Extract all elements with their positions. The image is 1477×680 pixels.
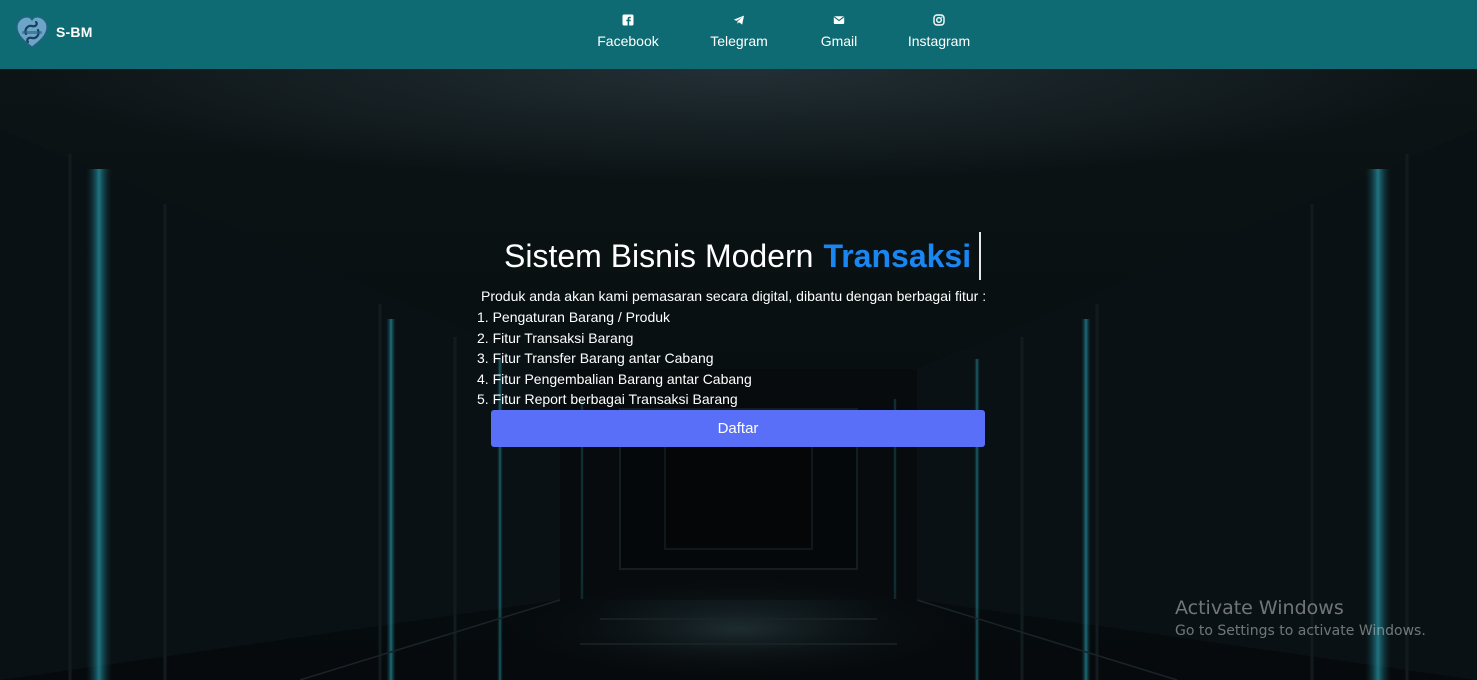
mail-icon [833,16,845,24]
feature-item: 5. Fitur Report berbagai Transaksi Baran… [477,391,738,407]
sbm-logo-icon [16,16,48,48]
watermark-title: Activate Windows [1175,597,1344,619]
brand-name: S-BM [56,24,93,40]
headline-typed-word: Transaksi [823,237,972,274]
feature-list: 1. Pengaturan Barang / Produk 2. Fitur T… [477,307,752,410]
nav-instagram-link[interactable]: Instagram [899,12,979,56]
nav-gmail-link[interactable]: Gmail [799,12,879,56]
typing-caret [979,232,982,280]
nav-telegram-link[interactable]: Telegram [699,12,779,56]
telegram-icon [733,15,744,25]
facebook-icon [622,14,634,26]
hero-intro-text: Produk anda akan kami pemasaran secara d… [481,288,987,304]
nav-gmail-label: Gmail [820,33,858,49]
top-navbar: S-BM Facebook Telegram Gmail Instagram [0,0,1477,69]
nav-instagram-label: Instagram [907,33,971,49]
feature-item: 4. Fitur Pengembalian Barang antar Caban… [477,370,752,387]
nav-facebook-link[interactable]: Facebook [588,12,668,56]
headline-text: Sistem Bisnis Modern [504,237,814,274]
feature-item: 1. Pengaturan Barang / Produk [477,309,671,325]
nav-telegram-label: Telegram [710,33,768,49]
activate-windows-watermark: Activate Windows Go to Settings to activ… [1175,597,1426,639]
watermark-subtitle: Go to Settings to activate Windows. [1175,623,1426,639]
hero-section: Sistem Bisnis Modern Transaksi Produk an… [0,69,1477,680]
brand-link[interactable]: S-BM [14,14,93,50]
hero-headline: Sistem Bisnis Modern Transaksi [504,232,982,280]
feature-item: 2. Fitur Transaksi Barang [477,329,634,346]
instagram-icon [933,14,945,26]
nav-facebook-label: Facebook [597,33,659,49]
feature-item: 3. Fitur Transfer Barang antar Cabang [477,350,714,366]
register-button[interactable]: Daftar [491,410,985,447]
